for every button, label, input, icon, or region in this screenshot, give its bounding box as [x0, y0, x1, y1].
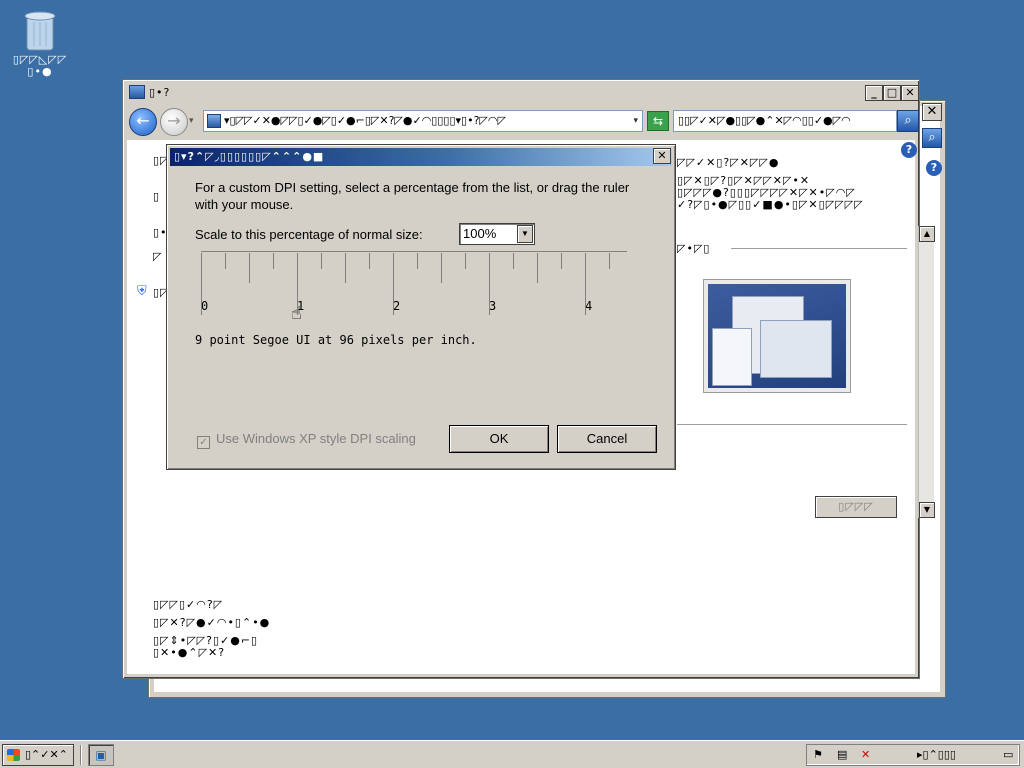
window-app-icon	[129, 85, 145, 99]
scroll-up-button[interactable]: ▲	[919, 226, 935, 242]
show-desktop-icon[interactable]: ▭	[1003, 745, 1013, 765]
preview-window-2	[760, 320, 832, 378]
ruler-tick	[321, 253, 322, 269]
scale-label: Scale to this percentage of normal size:	[195, 227, 423, 242]
address-bar[interactable]: ▾▯◸◸✓✕●◸◸▯✓●◸▯✓●⌐▯◸✕?◸●✓◠▯▯▯▯▾▯•?◸◠◸ ▾	[203, 110, 643, 132]
volume-muted-icon[interactable]: ✕	[861, 745, 870, 765]
ruler-top-line	[201, 251, 627, 252]
dialog-title-bar: ▯▾?⌃◸◞▯▯▯▯▯▯◸⌃⌃⌃●■	[170, 148, 672, 166]
cancel-button[interactable]: Cancel	[557, 425, 657, 453]
vertical-scrollbar[interactable]: ▲ ▼	[918, 226, 935, 518]
font-description: 9 point Segoe UI at 96 pixels per inch.	[195, 333, 477, 347]
refresh-button[interactable]: ⇆	[647, 111, 669, 131]
scale-value: 100%	[463, 226, 497, 241]
section-divider-top	[731, 248, 907, 249]
ruler-tick	[537, 253, 538, 283]
help-icon[interactable]: ?	[901, 142, 917, 158]
search-input[interactable]: ▯▯◸✓✕◸●▯▯◸●⌃✕◸◠▯▯✓●◸◠	[673, 110, 897, 132]
close-button[interactable]: ✕	[901, 85, 919, 101]
tray-text: ▸▯⌃▯▯▯	[917, 748, 956, 761]
dialog-title: ▯▾?⌃◸◞▯▯▯▯▯▯◸⌃⌃⌃●■	[174, 150, 325, 163]
ruler-tick	[297, 253, 298, 315]
scroll-down-button[interactable]: ▼	[919, 502, 935, 518]
maximize-button[interactable]: □	[883, 85, 901, 101]
ruler-label-4: 4	[585, 299, 593, 313]
ruler-tick	[561, 253, 562, 269]
bottom-text-4[interactable]: ▯✕•●⌃◸✕?	[153, 646, 225, 659]
apply-button[interactable]: ▯◸◸◸	[815, 496, 897, 518]
dpi-ruler[interactable]: 0 1 2 3 4 ☝	[201, 251, 627, 324]
start-button[interactable]: ▯⌃✓✕⌃	[2, 744, 74, 766]
scale-percentage-combobox[interactable]: 100% ▼	[459, 223, 535, 245]
address-dropdown-icon[interactable]: ▾	[633, 111, 638, 131]
taskbar-separator	[80, 745, 82, 765]
checkbox-label: Use Windows XP style DPI scaling	[216, 431, 416, 446]
ruler-tick	[393, 253, 394, 315]
recycle-bin-icon	[24, 11, 56, 51]
checkbox-check-icon: ✓	[197, 436, 210, 449]
address-bar-icon	[207, 114, 221, 128]
xp-dpi-scaling-checkbox[interactable]: ✓ Use Windows XP style DPI scaling	[197, 431, 416, 449]
ok-button[interactable]: OK	[449, 425, 549, 453]
taskbar: ▯⌃✓✕⌃ ▣ ⚑ ▤ ✕ ▸▯⌃▯▯▯ ▭	[0, 740, 1024, 768]
ruler-tick	[201, 253, 202, 315]
address-text: ▾▯◸◸✓✕●◸◸▯✓●◸▯✓●⌐▯◸✕?◸●✓◠▯▯▯▯▾▯•?◸◠◸	[224, 114, 506, 127]
recycle-bin-label-line2: ▯•●	[27, 65, 53, 78]
ruler-tick	[369, 253, 370, 269]
ruler-tick	[465, 253, 466, 269]
preview-screen	[708, 284, 846, 388]
navigation-bar: ← → ▾ ▾▯◸◸✓✕●◸◸▯✓●◸▯✓●⌐▯◸✕?◸●✓◠▯▯▯▯▾▯•?◸…	[127, 106, 919, 136]
ruler-tick	[417, 253, 418, 269]
ruler-tick	[273, 253, 274, 269]
title-bar: ▯•? _ □ ✕	[127, 83, 919, 103]
ruler-tick	[345, 253, 346, 283]
preview-window-3	[712, 328, 752, 386]
section-divider-bottom	[677, 424, 907, 425]
custom-dpi-dialog[interactable]: ▯▾?⌃◸◞▯▯▯▯▯▯◸⌃⌃⌃●■ ✕ For a custom DPI se…	[166, 144, 676, 470]
dpi-preview-image	[703, 279, 851, 393]
ruler-label-2: 2	[393, 299, 401, 313]
left-text-2: ▯	[153, 190, 161, 203]
dialog-close-button[interactable]: ✕	[653, 148, 671, 164]
back-button[interactable]: ←	[129, 108, 157, 136]
right-text-4: ✓?◸▯•●◸▯▯✓■●•▯◸✕▯◸◸◸◸	[677, 198, 864, 211]
bottom-text-1: ▯◸◸▯✓◠?◸	[153, 598, 224, 611]
ruler-tick	[441, 253, 442, 283]
search-button[interactable]: ⌕	[897, 110, 919, 132]
recycle-bin[interactable]: ▯◸◸◺◸◸ ▯•●	[4, 6, 76, 78]
minimize-button[interactable]: _	[865, 85, 883, 101]
action-center-flag-icon[interactable]: ⚑	[813, 745, 823, 765]
ruler-tick	[249, 253, 250, 283]
history-dropdown-icon[interactable]: ▾	[189, 116, 194, 126]
start-label: ▯⌃✓✕⌃	[25, 748, 68, 761]
background-window-help-icon[interactable]: ?	[926, 160, 942, 176]
taskbar-control-panel-button[interactable]: ▣	[88, 744, 114, 766]
background-window-search-icon[interactable]: ⌕	[922, 128, 942, 148]
background-window-close-button[interactable]: ✕	[922, 103, 942, 121]
ruler-tick	[609, 253, 610, 269]
ruler-tick	[585, 253, 586, 315]
ruler-tick	[489, 253, 490, 315]
right-text-5: ◸•◸▯	[677, 242, 711, 255]
dialog-instruction: For a custom DPI setting, select a perce…	[195, 180, 630, 212]
forward-button[interactable]: →	[160, 108, 188, 136]
shield-icon: ⛨	[137, 284, 147, 299]
system-tray: ⚑ ▤ ✕ ▸▯⌃▯▯▯ ▭	[806, 744, 1020, 766]
ruler-label-0: 0	[201, 299, 209, 313]
left-text-4: ◸	[153, 250, 163, 263]
right-text-1: ◸◸✓✕▯?◸✕◸◸●	[677, 156, 780, 169]
window-title: ▯•?	[149, 86, 171, 99]
chevron-down-icon[interactable]: ▼	[517, 225, 533, 243]
ruler-label-3: 3	[489, 299, 497, 313]
ruler-tick	[225, 253, 226, 269]
bottom-text-2[interactable]: ▯◸✕?◸●✓◠•▯⌃•●	[153, 616, 270, 629]
windows-logo-icon	[7, 749, 20, 761]
network-icon[interactable]: ▤	[837, 745, 847, 765]
ruler-tick	[513, 253, 514, 269]
